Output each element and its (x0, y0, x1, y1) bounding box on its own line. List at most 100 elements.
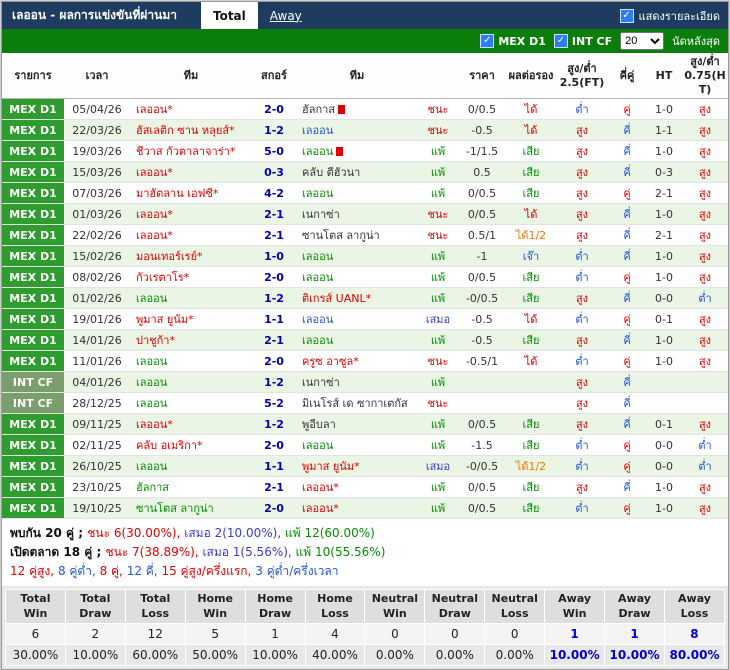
stat-header: Away Win (544, 589, 606, 624)
tab-total[interactable]: Total (200, 2, 258, 29)
home-team[interactable]: มาฮัตลาน เอฟซี* (130, 183, 252, 203)
stat-count: 1 (244, 622, 306, 645)
home-team[interactable]: คลับ อเมริกา* (130, 435, 252, 455)
match-row: MEX D1 01/02/26 เลออน 1-2 ติเกรส์ UANL* แพ้ -0… (2, 288, 728, 310)
over-under-ft: สูง (575, 334, 589, 348)
home-team[interactable]: เลออน (130, 351, 252, 371)
over-under-ft: สูง (575, 124, 589, 138)
league-badge: MEX D1 (2, 120, 64, 141)
show-details-checkbox[interactable]: ✓ (619, 8, 634, 23)
handicap-odds: -0.5 (471, 123, 493, 137)
home-team[interactable]: เลออน* (130, 225, 252, 245)
handicap-result: ได้ (524, 208, 538, 222)
away-team[interactable]: เลออน* (296, 498, 418, 518)
league-badge: MEX D1 (2, 414, 64, 435)
home-team[interactable]: ฮัลกาส (130, 477, 252, 497)
away-team[interactable]: เนกาซ่า (296, 204, 418, 224)
match-date: 08/02/26 (72, 270, 122, 284)
match-score: 1-2 (264, 375, 284, 389)
home-team[interactable]: เลออน (130, 456, 252, 476)
int-cf-checkbox[interactable]: ✓ (553, 34, 568, 48)
away-team[interactable]: เลออน (296, 246, 418, 266)
league-badge: MEX D1 (2, 99, 64, 120)
away-team[interactable]: เลออน (296, 183, 418, 203)
over-under-ft: ต่ำ (575, 313, 589, 327)
handicap-result (506, 393, 556, 413)
summary-line-3: 12 คู่สูง, 8 คู่ต่ำ, 8 คู่, 12 คี่, 15 ค… (10, 562, 720, 581)
home-team[interactable]: เลออน (130, 372, 252, 392)
stat-header: Away Loss (663, 589, 726, 624)
over-under-ft: สูง (575, 481, 589, 495)
league-filter-mex-d1[interactable]: ✓ MEX D1 (480, 34, 546, 48)
away-team[interactable]: เลออน (296, 267, 418, 287)
column-header: เวลา (85, 68, 109, 82)
match-row: INT CF 04/01/26 เลออน 1-2 เนกาซ่า แพ้ สูง คี่ (2, 372, 728, 394)
home-team[interactable]: ชีวาส กัวตาลาจาร่า* (130, 141, 252, 161)
mex-d1-checkbox[interactable]: ✓ (480, 34, 495, 48)
match-result: เสมอ (425, 460, 451, 474)
stat-header: Neutral Win (364, 589, 426, 624)
home-team[interactable]: เลออน* (130, 162, 252, 182)
home-team[interactable]: พูมาส ยูนัม* (130, 309, 252, 329)
away-team[interactable]: เลออน* (296, 477, 418, 497)
match-result: ชนะ (427, 103, 449, 117)
match-score: 1-2 (264, 417, 284, 431)
ht-score (646, 393, 682, 413)
away-team[interactable]: ฮัลกาส (296, 99, 418, 119)
stat-percent: 0.00% (424, 643, 486, 666)
match-row: MEX D1 22/02/26 เลออน* 2-1 ซานโตส ลากูน่า ชนะ… (2, 225, 728, 247)
away-team[interactable]: เลออน (296, 435, 418, 455)
match-date: 23/10/25 (72, 480, 122, 494)
match-date: 04/01/26 (72, 375, 122, 389)
home-team[interactable]: ปาชูก้า* (130, 330, 252, 350)
results-table-header: รายการ เวลา ทีม สกอร์ ทีม ราคา ผลต่อรอง สูง/ต่ำ… (2, 53, 728, 100)
away-team[interactable]: คลับ ตีฮัวนา (296, 162, 418, 182)
home-team[interactable]: เลออน* (130, 99, 252, 119)
handicap-odds: 0/0.5 (467, 501, 497, 515)
away-team[interactable]: พูมาส ยูนัม* (296, 456, 418, 476)
ht-score: 1-1 (655, 123, 673, 137)
stat-header: Home Draw (244, 589, 306, 624)
show-details-toggle[interactable]: ✓ แสดงรายละเอียด (619, 2, 728, 29)
home-team[interactable]: เลออน (130, 393, 252, 413)
away-team[interactable]: ซานโตส ลากูน่า (296, 225, 418, 245)
summary-line-2: เปิดตลาด 18 คู่ ; ชนะ 7(38.89%), เสมอ 1(… (10, 543, 720, 562)
home-team[interactable]: เลออน* (130, 414, 252, 434)
home-team[interactable]: ฮัสเลติก ซาน หลุยส์* (130, 120, 252, 140)
match-count-select[interactable]: 20 (620, 32, 665, 50)
away-team[interactable]: เลออน (296, 141, 418, 161)
odd-even: คู่ (623, 313, 631, 327)
away-team[interactable]: พูอีบลา (296, 414, 418, 434)
league-badge: MEX D1 (2, 246, 64, 267)
match-score: 4-2 (264, 186, 284, 200)
stat-count: 0 (424, 622, 486, 645)
tab-away[interactable]: Away (258, 2, 314, 29)
away-team[interactable]: มิเนโรส์ เด ซากาเตกัส (296, 393, 418, 413)
match-result: แพ้ (430, 271, 446, 285)
away-team[interactable]: ครูซ อาซูล* (296, 351, 418, 371)
home-team[interactable]: มอนเทอร์เรย์* (130, 246, 252, 266)
away-team[interactable]: เลออน (296, 309, 418, 329)
away-team[interactable]: เลออน (296, 120, 418, 140)
league-badge: MEX D1 (2, 330, 64, 351)
away-team[interactable]: เนกาซ่า (296, 372, 418, 392)
home-team[interactable]: เลออน (130, 288, 252, 308)
stat-percent: 60.00% (124, 643, 186, 666)
handicap-result: ได้ (524, 124, 538, 138)
ht-score: 1-0 (655, 207, 673, 221)
away-team[interactable]: เลออน (296, 330, 418, 350)
odd-even: คู่ (623, 355, 631, 369)
league-filter-int-cf[interactable]: ✓ INT CF (553, 34, 612, 48)
summary-part: เสมอ 2(10.00%), (184, 526, 285, 541)
match-date: 07/03/26 (72, 186, 122, 200)
away-team[interactable]: ติเกรส์ UANL* (296, 288, 418, 308)
column-header: ราคา (469, 68, 495, 82)
over-under-ht: สูง (698, 250, 712, 264)
red-card-icon (338, 104, 346, 114)
over-under-ht: สูง (698, 145, 712, 159)
match-date: 28/12/25 (72, 396, 122, 410)
home-team[interactable]: ซานโตส ลากูน่า (130, 498, 252, 518)
home-team[interactable]: เลออน* (130, 204, 252, 224)
league-badge: MEX D1 (2, 162, 64, 183)
home-team[interactable]: กัวเรตาโร* (130, 267, 252, 287)
